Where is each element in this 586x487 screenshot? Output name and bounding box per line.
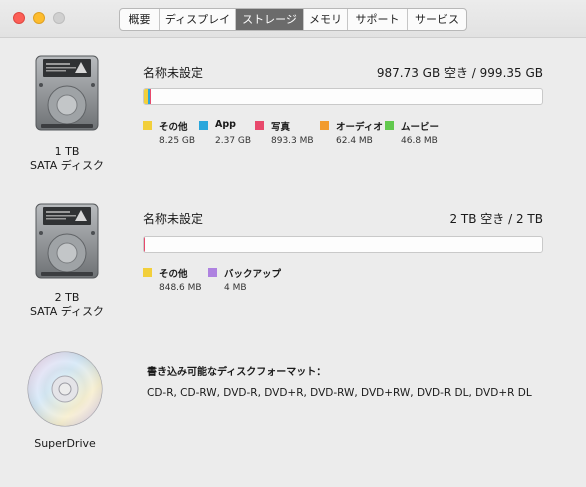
legend-swatch xyxy=(255,121,264,130)
legend-size: 893.3 MB xyxy=(271,136,314,146)
bar-segment-other xyxy=(144,237,145,252)
legend-swatch xyxy=(143,268,152,277)
hard-drive-icon xyxy=(35,203,99,283)
bar-segment-photos xyxy=(150,89,151,104)
superdrive-label: SuperDrive xyxy=(34,437,96,450)
drive-type-label: SATA ディスク xyxy=(30,305,104,318)
legend-size: 8.25 GB xyxy=(159,136,196,146)
hard-drive-icon xyxy=(35,55,99,135)
writable-formats-title: 書き込み可能なディスクフォーマット： xyxy=(147,367,327,378)
window-titlebar: 概要 ディスプレイ ストレージ メモリ サポート サービス xyxy=(0,0,586,38)
storage-usage-bar xyxy=(143,236,543,253)
legend-size: 848.6 MB xyxy=(159,283,202,293)
volume-space: 987.73 GB 空き / 999.35 GB xyxy=(376,66,543,80)
drive-type-label: SATA ディスク xyxy=(30,159,104,172)
volume-space: 2 TB 空き / 2 TB xyxy=(449,212,543,226)
legend-label: ムービー xyxy=(401,122,440,133)
tab-bar: 概要 ディスプレイ ストレージ メモリ サポート サービス xyxy=(119,8,467,31)
drive-capacity-label: 1 TB xyxy=(54,145,80,158)
legend-size: 4 MB xyxy=(224,283,247,293)
writable-formats-list: CD-R, CD-RW, DVD-R, DVD+R, DVD-RW, DVD+R… xyxy=(147,387,532,399)
tab-overview[interactable]: 概要 xyxy=(120,9,160,30)
zoom-window-button[interactable] xyxy=(53,12,65,24)
storage-usage-bar xyxy=(143,88,543,105)
close-window-button[interactable] xyxy=(13,12,25,24)
legend-swatch xyxy=(208,268,217,277)
volume-name: 名称未設定 xyxy=(143,212,204,226)
legend-label: その他 xyxy=(159,269,188,280)
legend-swatch xyxy=(143,121,152,130)
legend-size: 46.8 MB xyxy=(401,136,438,146)
legend-swatch xyxy=(385,121,394,130)
tab-memory[interactable]: メモリ xyxy=(304,9,348,30)
legend-label: オーディオ xyxy=(336,122,383,133)
legend-size: 2.37 GB xyxy=(215,136,252,146)
tab-storage[interactable]: ストレージ xyxy=(236,9,304,30)
legend-size: 62.4 MB xyxy=(336,136,373,146)
tab-displays[interactable]: ディスプレイ xyxy=(160,9,236,30)
tab-service[interactable]: サービス xyxy=(408,9,466,30)
optical-disc-icon xyxy=(26,350,104,432)
volume-name: 名称未設定 xyxy=(143,66,204,80)
tab-support[interactable]: サポート xyxy=(348,9,408,30)
legend-swatch xyxy=(320,121,329,130)
legend-label: バックアップ xyxy=(224,269,282,280)
minimize-window-button[interactable] xyxy=(33,12,45,24)
legend-label: 写真 xyxy=(271,122,291,133)
legend-swatch xyxy=(199,121,208,130)
drive-capacity-label: 2 TB xyxy=(54,291,80,304)
legend-label: App xyxy=(215,119,236,130)
legend-label: その他 xyxy=(159,122,188,133)
